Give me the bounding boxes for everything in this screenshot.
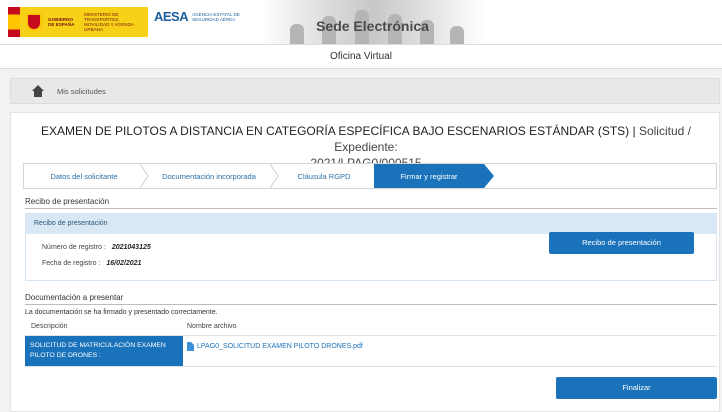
portal-title: Sede Electrónica — [316, 18, 429, 34]
coat-of-arms-icon — [26, 13, 42, 31]
ministry-text: MINISTERIO DE TRANSPORTES, MOVILIDAD Y A… — [84, 12, 134, 32]
top-header: GOBIERNO DE ESPAÑA MINISTERIO DE TRANSPO… — [0, 0, 722, 44]
document-filename: LPAG0_SOLICITUD EXAMEN PILOTO DRONES.pdf — [197, 343, 363, 350]
column-header-description: Descripción — [31, 323, 68, 330]
registration-number: Número de registro : 2021043125 — [42, 244, 151, 251]
receipt-box: Recibo de presentación Número de registr… — [25, 213, 717, 281]
office-bar: Oficina Virtual — [0, 44, 722, 69]
file-icon — [187, 342, 194, 351]
step-rgpd[interactable]: Cláusula RGPD — [274, 164, 374, 188]
main-panel: EXAMEN DE PILOTOS A DISTANCIA EN CATEGOR… — [10, 112, 720, 412]
gobierno-logo[interactable]: GOBIERNO DE ESPAÑA MINISTERIO DE TRANSPO… — [8, 7, 148, 37]
documents-section-title: Documentación a presentar — [25, 293, 124, 302]
receipt-button[interactable]: Recibo de presentación — [549, 232, 694, 254]
section-divider — [25, 208, 717, 209]
step-applicant-data[interactable]: Datos del solicitante — [24, 164, 149, 188]
step-label: Firmar y registrar — [400, 171, 458, 181]
registration-number-label: Número de registro : — [42, 244, 106, 251]
registration-number-value: 2021043125 — [111, 244, 151, 251]
sede-banner[interactable]: Sede Electrónica — [260, 0, 485, 44]
column-header-filename: Nombre archivo — [187, 323, 237, 330]
aesa-mark: AESA — [154, 9, 189, 24]
wizard-steps: Datos del solicitante Documentación inco… — [23, 163, 717, 189]
success-message: La documentación se ha firmado y present… — [25, 309, 218, 316]
spain-flag-icon — [8, 7, 20, 37]
table-row: SOLICITUD DE MATRICULACIÓN EXAMEN PILOTO… — [25, 335, 717, 367]
step-sign-register[interactable]: Firmar y registrar — [374, 164, 494, 188]
aesa-logo[interactable]: AESA AGENCIA ESTATAL DE SEGURIDAD AÉREA — [154, 9, 242, 24]
finish-button[interactable]: Finalizar — [556, 377, 717, 399]
step-label: Datos del solicitante — [50, 171, 118, 181]
document-description: SOLICITUD DE MATRICULACIÓN EXAMEN PILOTO… — [25, 336, 183, 366]
gov-left-text: GOBIERNO DE ESPAÑA — [48, 17, 75, 27]
section-divider — [25, 304, 717, 305]
receipt-section-title: Recibo de presentación — [25, 197, 110, 206]
title-separator: | — [629, 124, 639, 138]
step-documents[interactable]: Documentación incorporada — [144, 164, 279, 188]
registration-date: Fecha de registro : 16/02/2021 — [42, 260, 141, 267]
procedure-title: EXAMEN DE PILOTOS A DISTANCIA EN CATEGOR… — [41, 124, 630, 138]
receipt-box-header: Recibo de presentación — [26, 214, 716, 234]
step-label: Cláusula RGPD — [297, 171, 351, 181]
document-file-link[interactable]: LPAG0_SOLICITUD EXAMEN PILOTO DRONES.pdf — [187, 342, 363, 351]
registration-date-value: 16/02/2021 — [106, 260, 142, 267]
breadcrumb-item[interactable]: Mis solicitudes — [57, 87, 106, 96]
registration-date-label: Fecha de registro : — [42, 260, 101, 267]
home-icon[interactable] — [31, 85, 45, 97]
aesa-subtitle: AGENCIA ESTATAL DE SEGURIDAD AÉREA — [192, 11, 240, 22]
breadcrumb: Mis solicitudes — [10, 78, 720, 104]
step-label: Documentación incorporada — [162, 171, 256, 181]
